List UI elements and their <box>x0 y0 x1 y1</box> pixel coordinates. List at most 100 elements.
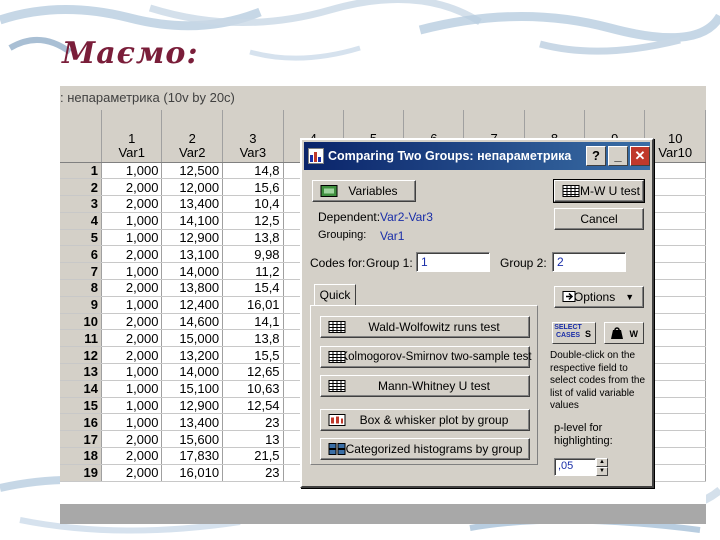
table-cell[interactable] <box>644 195 706 213</box>
table-cell[interactable]: 13,400 <box>161 195 224 213</box>
variables-button[interactable]: Variables <box>312 180 416 202</box>
table-cell[interactable]: 1,000 <box>101 413 163 432</box>
table-cell[interactable] <box>644 229 706 247</box>
table-cell[interactable] <box>644 162 706 180</box>
table-cell[interactable]: 2,000 <box>101 313 163 331</box>
table-cell[interactable]: 14,000 <box>161 363 224 381</box>
table-cell[interactable]: 12,900 <box>161 397 224 415</box>
column-header[interactable]: 1 Var1 <box>101 110 163 163</box>
table-cell[interactable]: 2,000 <box>101 245 163 264</box>
help-button[interactable]: ? <box>586 146 606 166</box>
mann-whitney-button[interactable]: Mann-Whitney U test <box>320 375 530 397</box>
spreadsheet-scrollbar[interactable] <box>60 504 706 524</box>
column-header[interactable]: 10 Var10 <box>644 110 706 163</box>
table-cell[interactable] <box>644 346 706 365</box>
weight-button[interactable]: W <box>604 322 644 344</box>
table-cell[interactable]: 2,000 <box>101 430 163 449</box>
table-cell[interactable]: 1,000 <box>101 363 163 381</box>
table-cell[interactable] <box>644 279 706 297</box>
row-number[interactable]: 5 <box>60 229 102 247</box>
table-cell[interactable]: 11,2 <box>222 262 284 281</box>
table-cell[interactable]: 17,830 <box>161 447 224 465</box>
table-cell[interactable]: 12,54 <box>222 397 284 415</box>
column-header[interactable]: 3 Var3 <box>222 110 284 163</box>
table-cell[interactable] <box>644 447 706 465</box>
table-cell[interactable]: 13,8 <box>222 229 284 247</box>
row-number[interactable]: 14 <box>60 380 102 398</box>
table-cell[interactable]: 12,5 <box>222 212 284 230</box>
table-cell[interactable]: 13,800 <box>161 279 224 297</box>
select-cases-button[interactable]: SELECT CASES S <box>552 322 596 344</box>
row-number[interactable]: 11 <box>60 329 102 348</box>
table-cell[interactable]: 15,6 <box>222 178 284 197</box>
tab-quick[interactable]: Quick <box>314 284 356 306</box>
wald-wolfowitz-button[interactable]: Wald-Wolfowitz runs test <box>320 316 530 338</box>
grid-corner[interactable] <box>60 110 102 163</box>
table-cell[interactable]: 12,500 <box>161 162 224 180</box>
row-number[interactable]: 6 <box>60 245 102 264</box>
options-button[interactable]: Options ▼ <box>554 286 644 308</box>
table-cell[interactable]: 13 <box>222 430 284 449</box>
row-number[interactable]: 16 <box>60 413 102 432</box>
row-number[interactable]: 8 <box>60 279 102 297</box>
table-cell[interactable] <box>644 245 706 264</box>
table-cell[interactable] <box>644 212 706 230</box>
table-cell[interactable] <box>644 363 706 381</box>
group2-input[interactable]: 2 <box>552 252 626 272</box>
column-header[interactable]: 2 Var2 <box>161 110 224 163</box>
table-cell[interactable]: 15,600 <box>161 430 224 449</box>
table-cell[interactable]: 2,000 <box>101 329 163 348</box>
table-cell[interactable] <box>644 313 706 331</box>
row-number[interactable]: 13 <box>60 363 102 381</box>
table-cell[interactable]: 10,4 <box>222 195 284 213</box>
row-number[interactable]: 2 <box>60 178 102 197</box>
row-number[interactable]: 9 <box>60 296 102 314</box>
table-cell[interactable]: 9,98 <box>222 245 284 264</box>
table-cell[interactable]: 12,400 <box>161 296 224 314</box>
kolmogorov-smirnov-button[interactable]: Kolmogorov-Smirnov two-sample test <box>320 346 532 368</box>
mw-u-test-button[interactable]: M-W U test <box>553 179 645 203</box>
table-cell[interactable] <box>644 262 706 281</box>
table-cell[interactable]: 2,000 <box>101 464 163 482</box>
table-cell[interactable]: 12,65 <box>222 363 284 381</box>
table-cell[interactable]: 2,000 <box>101 346 163 365</box>
plevel-input[interactable]: ,05 <box>554 458 596 476</box>
table-cell[interactable]: 13,200 <box>161 346 224 365</box>
row-number[interactable]: 7 <box>60 262 102 281</box>
table-cell[interactable] <box>644 464 706 482</box>
row-number[interactable]: 4 <box>60 212 102 230</box>
table-cell[interactable]: 16,010 <box>161 464 224 482</box>
row-number[interactable]: 17 <box>60 430 102 449</box>
spin-down-icon[interactable]: ▼ <box>596 467 608 476</box>
row-number[interactable]: 3 <box>60 195 102 213</box>
table-cell[interactable]: 12,000 <box>161 178 224 197</box>
close-button[interactable]: ✕ <box>630 146 650 166</box>
cancel-button[interactable]: Cancel <box>554 208 644 230</box>
table-cell[interactable] <box>644 413 706 432</box>
table-cell[interactable]: 21,5 <box>222 447 284 465</box>
table-cell[interactable]: 23 <box>222 413 284 432</box>
table-cell[interactable]: 13,400 <box>161 413 224 432</box>
table-cell[interactable]: 15,5 <box>222 346 284 365</box>
table-cell[interactable] <box>644 296 706 314</box>
plevel-spinner[interactable]: ▲ ▼ <box>596 458 608 476</box>
table-cell[interactable] <box>644 329 706 348</box>
table-cell[interactable]: 14,100 <box>161 212 224 230</box>
table-cell[interactable] <box>644 380 706 398</box>
table-cell[interactable]: 15,4 <box>222 279 284 297</box>
table-cell[interactable]: 1,000 <box>101 380 163 398</box>
table-cell[interactable]: 2,000 <box>101 279 163 297</box>
table-cell[interactable]: 10,63 <box>222 380 284 398</box>
table-cell[interactable]: 23 <box>222 464 284 482</box>
row-number[interactable]: 19 <box>60 464 102 482</box>
row-number[interactable]: 1 <box>60 162 102 180</box>
categorized-histograms-button[interactable]: Categorized histograms by group <box>320 438 530 460</box>
table-cell[interactable]: 16,01 <box>222 296 284 314</box>
row-number[interactable]: 12 <box>60 346 102 365</box>
table-cell[interactable]: 14,600 <box>161 313 224 331</box>
dialog-titlebar[interactable]: Comparing Two Groups: непараметрика ? _ … <box>304 142 650 170</box>
table-cell[interactable]: 1,000 <box>101 229 163 247</box>
box-whisker-button[interactable]: Box & whisker plot by group <box>320 409 530 431</box>
spin-up-icon[interactable]: ▲ <box>596 458 608 467</box>
table-cell[interactable]: 13,100 <box>161 245 224 264</box>
